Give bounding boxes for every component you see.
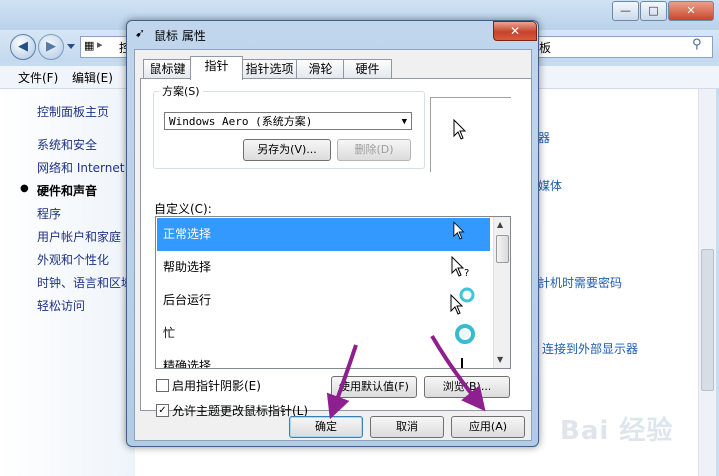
tab-pointers[interactable]: 指针 (190, 56, 243, 80)
arrow-to-apply-button (430, 334, 486, 412)
arrow-to-ok-button (326, 344, 358, 420)
annotation-arrows (326, 334, 486, 420)
